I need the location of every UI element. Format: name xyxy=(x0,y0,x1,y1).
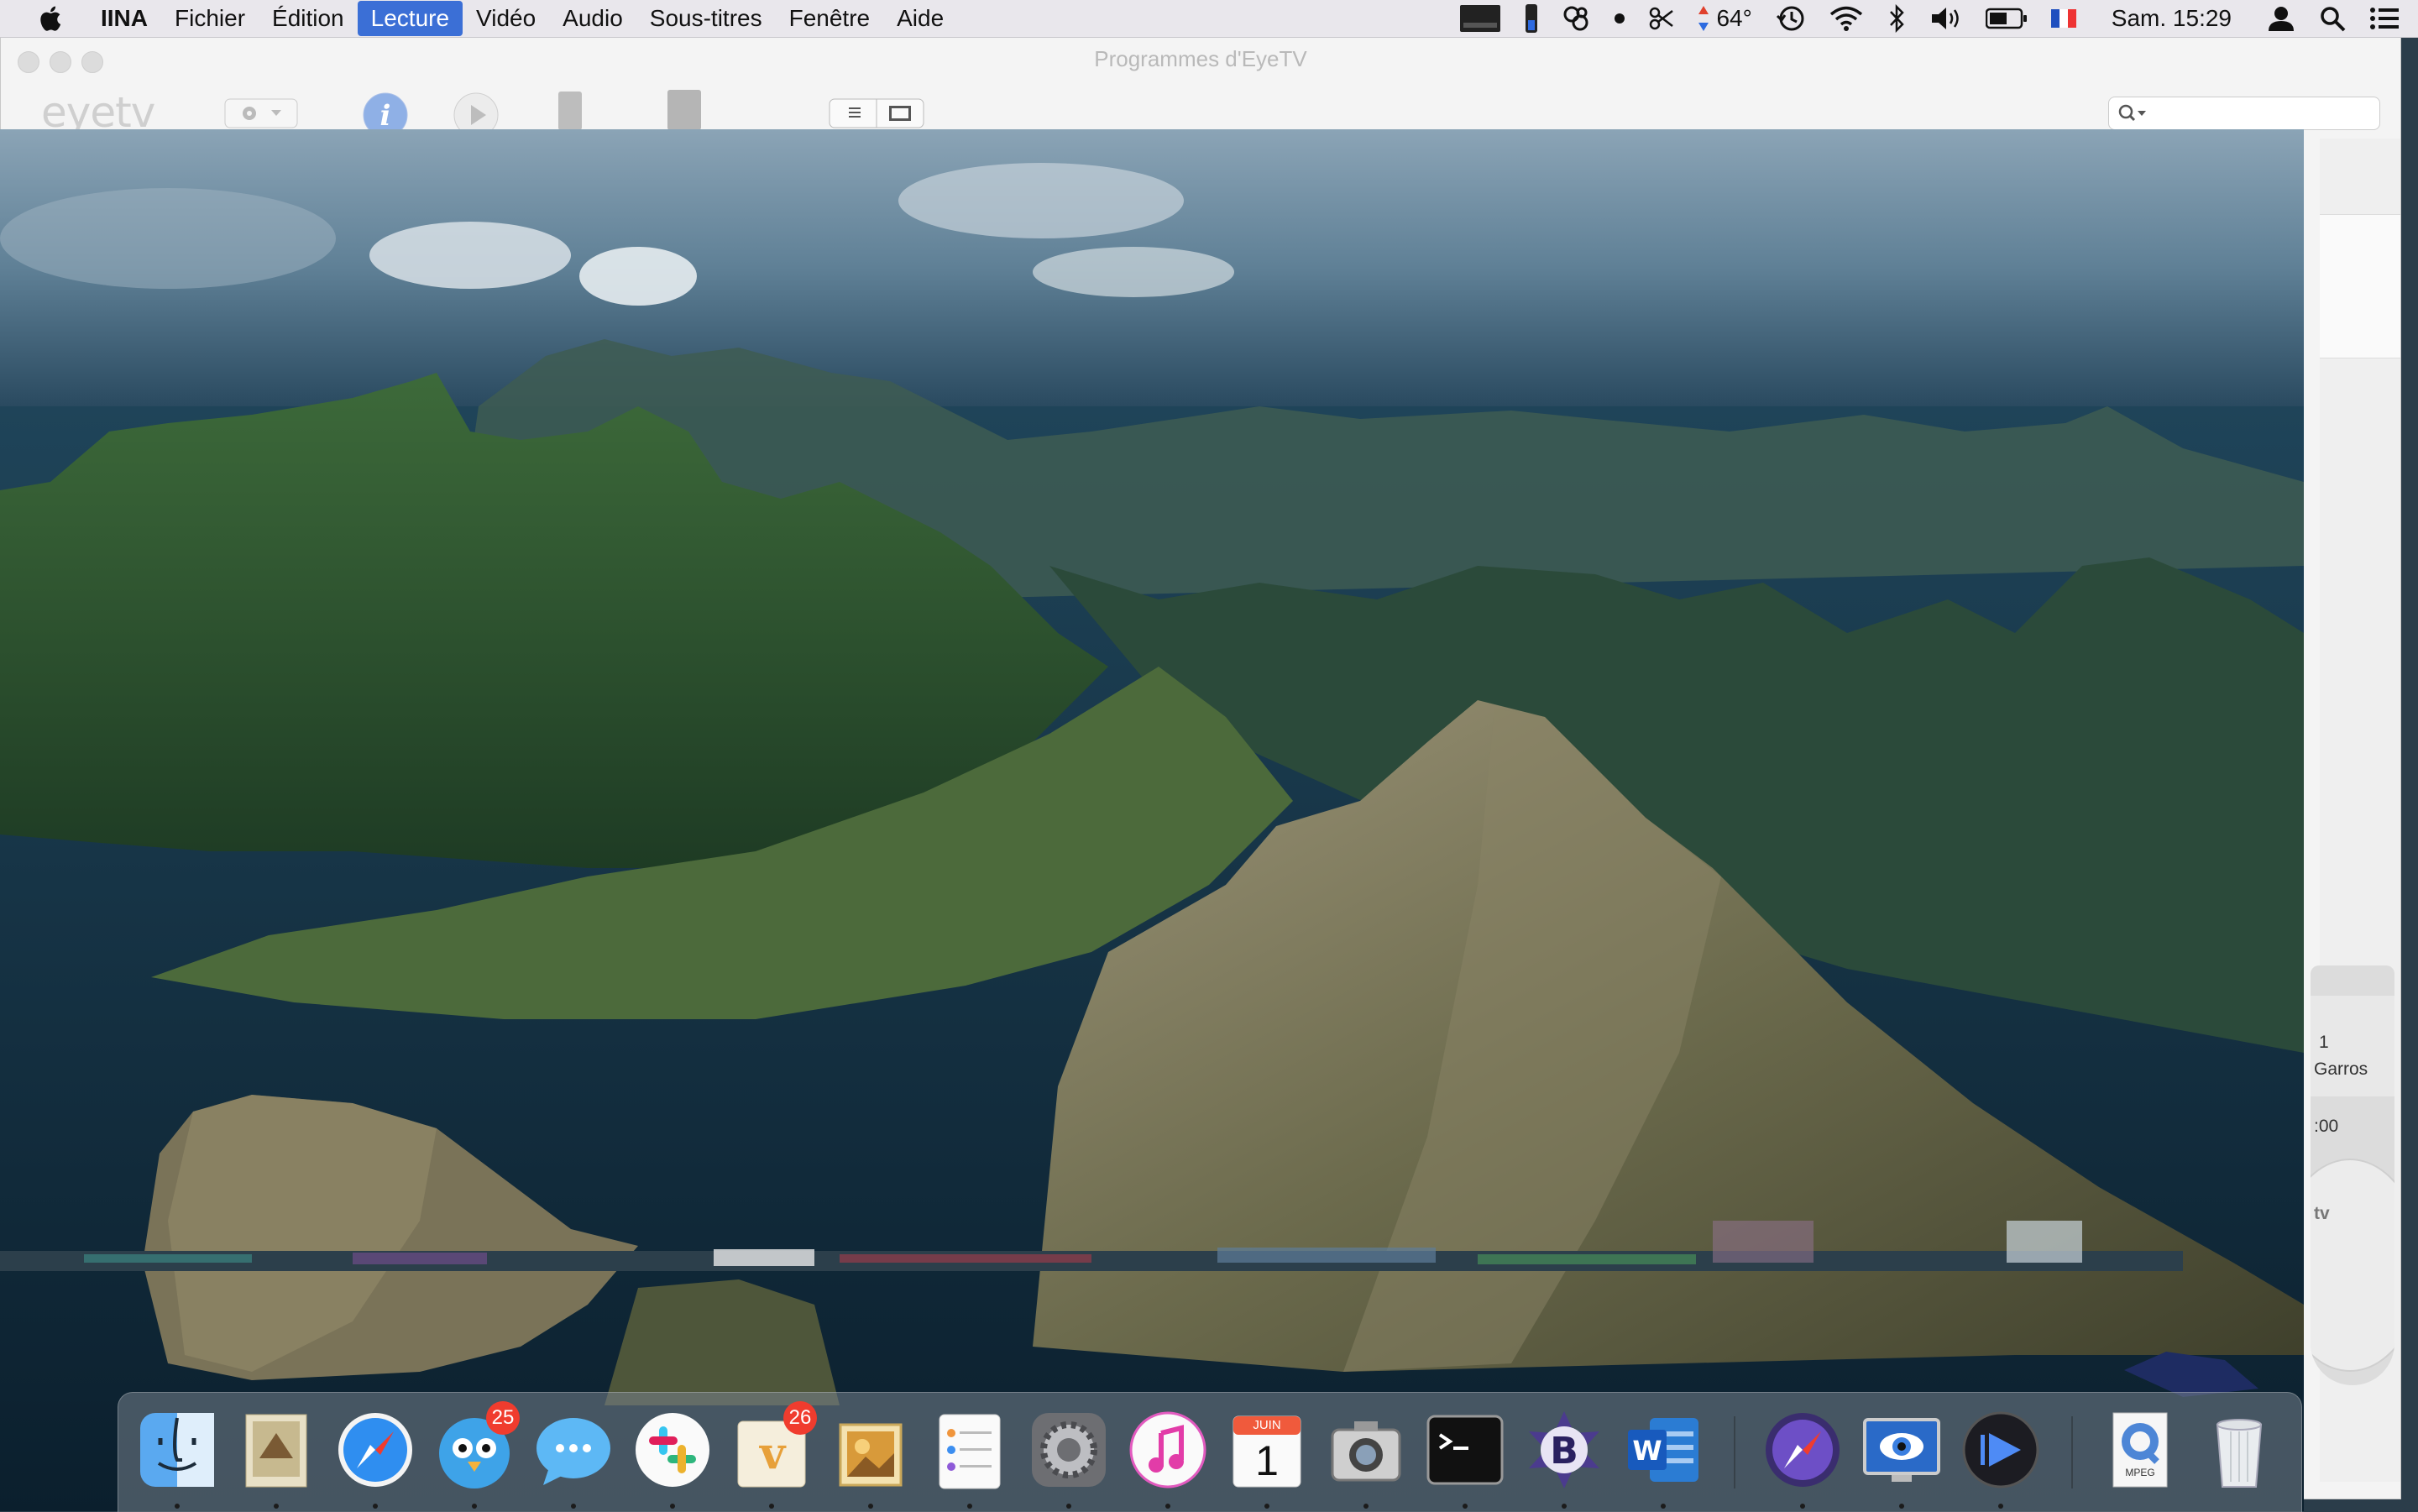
clock[interactable]: Sam. 15:29 xyxy=(2112,5,2232,32)
running-indicator xyxy=(1363,1504,1369,1509)
status-area: 64° Sam. 15:29 xyxy=(1447,0,2418,37)
menu-sous-titres[interactable]: Sous-titres xyxy=(636,0,776,37)
remote-channel: 1 xyxy=(2319,1033,2329,1052)
messages-icon[interactable] xyxy=(531,1408,615,1492)
eyetv-remote[interactable]: 1 Garros :00 tv xyxy=(2311,965,2394,1385)
running-indicator xyxy=(373,1504,378,1509)
rss-badge: 26 xyxy=(783,1401,817,1435)
running-indicator xyxy=(472,1504,477,1509)
finder-icon[interactable] xyxy=(135,1408,219,1492)
running-indicator xyxy=(1661,1504,1666,1509)
user-icon[interactable] xyxy=(2267,4,2295,33)
safari-icon[interactable] xyxy=(333,1408,417,1492)
running-indicator xyxy=(1165,1504,1170,1509)
running-indicator xyxy=(670,1504,675,1509)
dock: 25 v 26 JUIN 1 B W MPEG xyxy=(118,1392,2302,1512)
running-indicator xyxy=(1264,1504,1269,1509)
scissors-icon[interactable] xyxy=(1649,6,1674,31)
detail-panel xyxy=(2320,214,2400,358)
running-indicator xyxy=(1800,1504,1805,1509)
itunes-icon[interactable] xyxy=(1126,1408,1210,1492)
tweetbot-badge: 25 xyxy=(486,1401,520,1435)
screenshot-icon[interactable] xyxy=(1324,1408,1408,1492)
remote-brand: tv xyxy=(2314,1204,2330,1223)
volume-icon[interactable] xyxy=(1930,6,1962,31)
menu-fenetre[interactable]: Fenêtre xyxy=(776,0,884,37)
running-indicator xyxy=(769,1504,774,1509)
running-indicator xyxy=(868,1504,873,1509)
calendar-icon[interactable]: JUIN 1 xyxy=(1225,1408,1309,1492)
menu-fichier[interactable]: Fichier xyxy=(161,0,259,37)
gear-icon[interactable] xyxy=(1027,1408,1111,1492)
remote-jog-wheel[interactable] xyxy=(2311,1159,2394,1372)
menu-video[interactable]: Vidéo xyxy=(463,0,549,37)
slack-icon[interactable] xyxy=(631,1408,714,1492)
search-field[interactable] xyxy=(2108,97,2380,130)
running-indicator xyxy=(1899,1504,1904,1509)
running-indicator xyxy=(274,1504,279,1509)
dock-separator xyxy=(2071,1416,2073,1488)
temperature-icon xyxy=(1698,6,1709,31)
bbedit-icon[interactable]: B xyxy=(1522,1408,1606,1492)
eyetv-icon[interactable] xyxy=(1860,1408,1944,1492)
remote-time: :00 xyxy=(2314,1117,2339,1136)
menu-edition[interactable]: Édition xyxy=(259,0,358,37)
terminal-icon[interactable] xyxy=(1423,1408,1507,1492)
svg-text:B: B xyxy=(1550,1430,1578,1473)
mpeg-label: MPEG xyxy=(2125,1467,2155,1478)
window-title: Programmes d'EyeTV xyxy=(1094,46,1307,71)
word-icon[interactable]: W xyxy=(1621,1408,1705,1492)
battery-icon[interactable] xyxy=(1985,8,2028,29)
svg-text:W: W xyxy=(1632,1435,1662,1467)
mesh-icon[interactable] xyxy=(1562,4,1590,33)
display-icon[interactable] xyxy=(1459,4,1501,33)
running-indicator xyxy=(1562,1504,1567,1509)
reminders-icon[interactable] xyxy=(928,1408,1012,1492)
dot-icon[interactable] xyxy=(1614,13,1625,24)
dock-separator xyxy=(1734,1416,1735,1488)
iina-icon[interactable] xyxy=(1959,1408,2043,1492)
battery-widget-icon[interactable] xyxy=(1525,3,1538,34)
calendar-day: 1 xyxy=(1255,1437,1279,1484)
safari-tp-icon[interactable] xyxy=(1761,1408,1845,1492)
mail-icon[interactable] xyxy=(234,1408,318,1492)
french-flag-icon[interactable] xyxy=(2050,9,2076,28)
wifi-icon[interactable] xyxy=(1829,5,1863,32)
temperature-value: 64° xyxy=(1716,5,1752,31)
running-indicator xyxy=(1066,1504,1071,1509)
remote-program: Garros xyxy=(2314,1059,2368,1079)
running-indicator xyxy=(967,1504,972,1509)
running-indicator xyxy=(571,1504,576,1509)
preview-icon[interactable] xyxy=(829,1408,913,1492)
menu-lecture[interactable]: Lecture xyxy=(357,1,463,36)
mpeg-icon[interactable]: MPEG xyxy=(2098,1408,2182,1492)
svg-text:v: v xyxy=(759,1428,787,1479)
video-frame xyxy=(0,129,2304,1511)
svg-text:i: i xyxy=(380,99,391,133)
calendar-month: JUIN xyxy=(1253,1418,1281,1432)
menu-audio[interactable]: Audio xyxy=(549,0,636,37)
trash-icon[interactable] xyxy=(2197,1408,2281,1492)
notification-center-icon[interactable] xyxy=(2369,6,2400,31)
menu-aide[interactable]: Aide xyxy=(883,0,957,37)
menu-app-name[interactable]: IINA xyxy=(82,0,161,37)
bluetooth-icon[interactable] xyxy=(1887,4,1907,33)
iina-video-window[interactable] xyxy=(0,129,2304,1511)
running-indicator xyxy=(1998,1504,2003,1509)
time-machine-icon[interactable] xyxy=(1776,4,1806,33)
running-indicator xyxy=(175,1504,180,1509)
search-icon xyxy=(2118,104,2146,122)
menu-bar: IINA Fichier Édition Lecture Vidéo Audio… xyxy=(0,0,2418,38)
spotlight-icon[interactable] xyxy=(2319,5,2346,32)
temperature-widget[interactable]: 64° xyxy=(1698,4,1752,33)
running-indicator xyxy=(1463,1504,1468,1509)
apple-icon[interactable] xyxy=(35,4,64,33)
